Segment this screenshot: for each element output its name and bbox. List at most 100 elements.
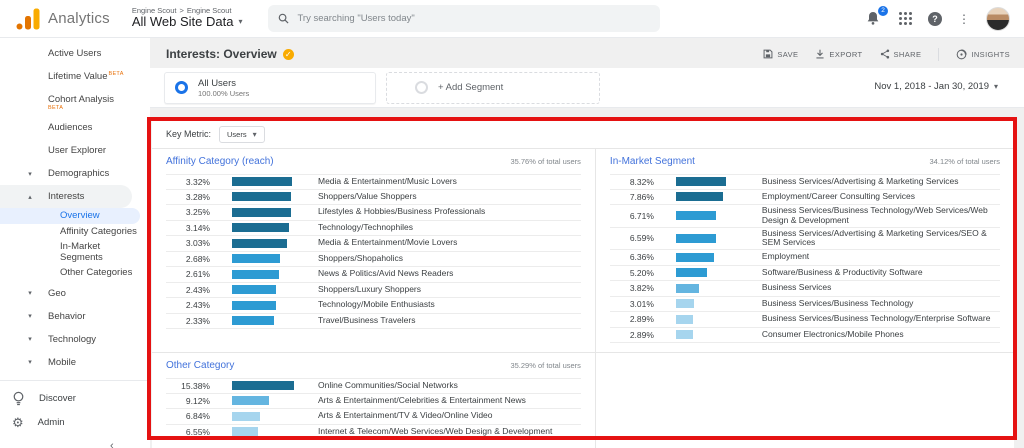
row-percent: 3.32%: [185, 176, 210, 187]
more-vert-icon[interactable]: ⋮: [958, 13, 970, 25]
row-percent: 2.68%: [185, 253, 210, 264]
sidebar-item-label: Interests: [48, 191, 85, 202]
sidebar-item-technology[interactable]: ▾ Technology: [0, 328, 150, 351]
sidebar-item-label: In-Market Segments: [60, 241, 103, 263]
sidebar-item-label: Behavior: [48, 310, 86, 322]
bar: [232, 411, 260, 421]
sidebar-item-active-users[interactable]: Active Users: [0, 42, 150, 65]
bar: [232, 316, 274, 326]
collapse-sidebar-icon[interactable]: ‹: [110, 440, 114, 448]
gear-icon: ⚙: [12, 415, 24, 431]
verified-shield-icon: ✓: [282, 48, 294, 60]
row-label: Internet & Telecom/Web Services/Web Desi…: [318, 425, 553, 436]
sidebar-item-label: Overview: [60, 209, 100, 221]
sidebar-item-label: Geo: [48, 287, 66, 299]
table-row: 6.71% Business Services/Business Technolo…: [609, 205, 1000, 228]
table-row: 2.89% Consumer Electronics/Mobile Phones: [609, 328, 1000, 344]
table-row: 5.20% Software/Business & Productivity So…: [609, 266, 1000, 282]
sidebar-item-in-market-segments[interactable]: In-Market Segments: [0, 240, 150, 266]
export-button[interactable]: EXPORT: [815, 49, 862, 59]
section-title[interactable]: In-Market Segment: [610, 156, 695, 167]
sidebar-item-cohort-analysis[interactable]: Cohort Analysis BETA: [0, 88, 150, 116]
all-users-segment-card[interactable]: All Users 100.00% Users: [164, 71, 376, 104]
sidebar-item-label: User Explorer: [48, 145, 107, 156]
chevron-down-icon: ▾: [28, 313, 32, 321]
row-percent: 8.32%: [629, 176, 654, 187]
row-bar: [232, 177, 300, 187]
table-row: 3.01% Business Services/Business Technolo…: [609, 297, 1000, 313]
row-percent: 2.89%: [629, 329, 654, 340]
chevron-up-icon: ▴: [28, 193, 32, 201]
sidebar-item-lifetime-value[interactable]: Lifetime ValueBETA: [0, 65, 150, 88]
date-range-selector[interactable]: Nov 1, 2018 - Jan 30, 2019 ▾: [874, 81, 998, 92]
row-percent: 2.61%: [185, 269, 210, 280]
table-row: 6.55% Internet & Telecom/Web Services/Web…: [166, 425, 581, 441]
row-label: Arts & Entertainment/Celebrities & Enter…: [318, 394, 526, 405]
apps-grid-icon[interactable]: [899, 12, 912, 25]
sidebar-item-label: Cohort Analysis BETA: [48, 93, 115, 111]
sidebar-item-overview[interactable]: Overview: [0, 208, 140, 224]
bar: [232, 192, 291, 202]
bar: [232, 285, 276, 295]
help-icon[interactable]: ?: [928, 11, 942, 26]
bar: [232, 269, 279, 279]
table-row: 3.28% Shoppers/Value Shoppers: [166, 190, 581, 205]
save-button[interactable]: SAVE: [763, 49, 798, 59]
section-total-users: 35.29% of total users: [510, 361, 581, 371]
avatar[interactable]: [986, 6, 1010, 31]
insights-icon: [956, 48, 968, 60]
table-row: 6.36% Employment: [609, 250, 1000, 266]
bar: [675, 268, 707, 278]
segment-detail: 100.00% Users: [198, 88, 250, 98]
search-input[interactable]: [297, 13, 628, 24]
chevron-down-icon: ▾: [252, 129, 257, 139]
row-label: Employment: [761, 251, 810, 262]
search-bar[interactable]: [268, 5, 661, 32]
section-title[interactable]: Other Category: [166, 360, 234, 371]
lightbulb-icon: [13, 392, 24, 406]
bar: [675, 192, 723, 202]
sidebar-item-demographics[interactable]: ▾ Demographics: [0, 162, 150, 185]
sidebar-item-behavior[interactable]: ▾ Behavior: [0, 305, 150, 328]
property-selector[interactable]: Engine Scout > Engine Scout All Web Site D…: [132, 7, 243, 30]
sidebar-item-geo[interactable]: ▾ Geo: [0, 282, 150, 305]
sidebar-item-user-explorer[interactable]: User Explorer: [0, 139, 150, 162]
section-title[interactable]: Affinity Category (reach): [166, 156, 274, 167]
row-label: Shoppers/Shopaholics: [318, 252, 404, 263]
sidebar-item-mobile[interactable]: ▾ Mobile: [0, 351, 150, 374]
notifications-button[interactable]: 2: [865, 5, 888, 28]
action-label: SHARE: [893, 49, 922, 59]
row-percent: 6.59%: [629, 233, 654, 244]
row-label: Lifestyles & Hobbies/Business Profession…: [318, 206, 486, 217]
insights-button[interactable]: INSIGHTS: [956, 48, 1010, 60]
sidebar-item-other-categories[interactable]: Other Categories: [0, 266, 150, 282]
sidebar-item-label: Technology: [48, 333, 97, 345]
share-button[interactable]: SHARE: [880, 49, 922, 59]
sidebar-item-interests[interactable]: ▴ Interests: [0, 185, 132, 208]
ghost-ring-icon: [415, 81, 428, 94]
section-other-category: Other Category 35.29% of total users 15.38…: [152, 353, 596, 448]
sidebar-item-affinity-categories[interactable]: Affinity Categories: [0, 224, 150, 240]
row-bar: [232, 254, 300, 264]
sidebar-item-admin[interactable]: ⚙ Admin: [0, 411, 150, 435]
sidebar-item-discover[interactable]: Discover: [0, 387, 150, 411]
beta-badge: BETA: [48, 104, 64, 111]
share-icon: [880, 49, 890, 59]
table-row: 15.38% Online Communities/Social Networks: [166, 378, 581, 394]
chevron-down-icon: ▾: [28, 359, 32, 367]
add-segment-button[interactable]: + Add Segment: [386, 71, 600, 104]
table-row: 7.86% Employment/Career Consulting Servic…: [609, 190, 1000, 205]
row-bar: [232, 192, 300, 202]
row-label: Business Services/Business Technology: [761, 297, 914, 308]
row-label: Business Services/Business Technology/We…: [761, 205, 988, 225]
row-percent: 2.89%: [629, 314, 654, 325]
bar: [675, 211, 716, 221]
row-label: Technology/Mobile Enthusiasts: [318, 299, 435, 310]
save-icon: [763, 49, 773, 59]
bar: [232, 207, 291, 217]
row-bar: [232, 285, 300, 295]
key-metric-dropdown[interactable]: Users ▾: [219, 125, 265, 143]
bar: [675, 314, 693, 324]
table-row: 3.14% Technology/Technophiles: [166, 221, 581, 236]
sidebar-item-audiences[interactable]: Audiences: [0, 116, 150, 139]
